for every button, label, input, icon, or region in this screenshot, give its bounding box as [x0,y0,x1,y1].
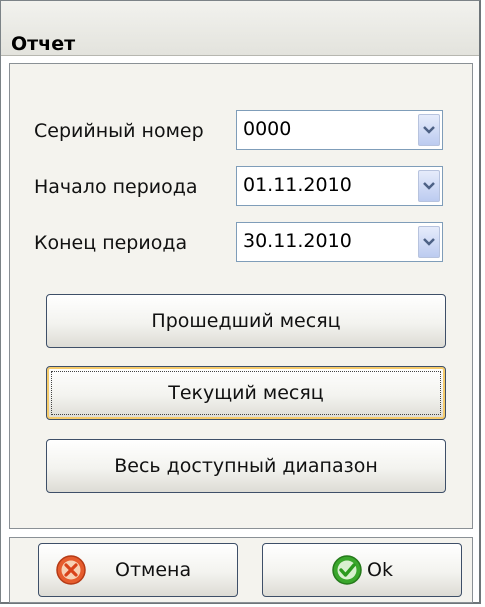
end-date-combobox[interactable]: 30.11.2010 [236,222,443,262]
end-date-dropdown-button[interactable] [418,226,440,258]
chevron-down-icon [423,238,435,246]
serial-dropdown-button[interactable] [418,114,440,146]
start-date-dropdown-button[interactable] [418,170,440,202]
end-row: Конец периода 30.11.2010 [10,222,472,266]
ok-button[interactable]: Ok [262,543,462,597]
serial-label: Серийный номер [34,120,204,142]
start-label: Начало периода [34,176,198,198]
cancel-icon [56,555,86,585]
checkmark-icon [332,555,362,585]
current-month-button[interactable]: Текущий месяц [46,366,446,420]
title-bar[interactable]: Отчет [1,1,479,56]
end-date-value: 30.11.2010 [243,230,352,252]
start-date-value: 01.11.2010 [243,174,352,196]
cancel-button[interactable]: Отмена [38,543,238,597]
all-range-button[interactable]: Весь доступный диапазон [46,439,446,493]
dialog-footer: Отмена Ok [9,537,473,603]
serial-combobox[interactable]: 0000 [236,110,443,150]
start-date-combobox[interactable]: 01.11.2010 [236,166,443,206]
serial-row: Серийный номер 0000 [10,110,472,154]
chevron-down-icon [423,126,435,134]
ok-label: Ok [367,559,393,581]
report-dialog: Отчет Серийный номер 0000 Начало периода… [0,0,481,604]
last-month-button[interactable]: Прошедший месяц [46,294,446,348]
window-title: Отчет [11,33,76,55]
chevron-down-icon [423,182,435,190]
serial-value: 0000 [243,118,292,140]
end-label: Конец периода [34,232,188,254]
start-row: Начало периода 01.11.2010 [10,166,472,210]
form-panel: Серийный номер 0000 Начало периода 01.11… [9,63,473,529]
cancel-label: Отмена [115,559,192,581]
